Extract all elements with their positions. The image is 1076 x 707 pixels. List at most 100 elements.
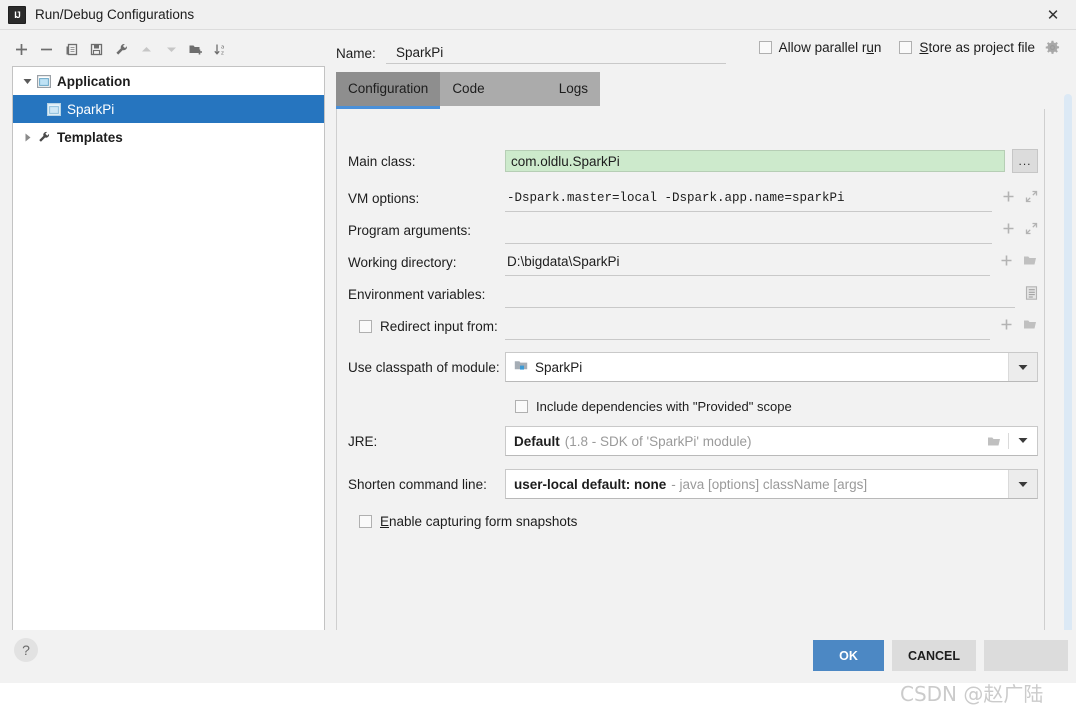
- add-configuration-button[interactable]: [10, 38, 32, 60]
- save-configuration-button[interactable]: [85, 38, 107, 60]
- ok-button[interactable]: OK: [813, 640, 884, 671]
- redirect-input-row: Redirect input from:: [337, 310, 1046, 342]
- include-provided-checkbox[interactable]: Include dependencies with "Provided" sco…: [505, 393, 1046, 419]
- help-button[interactable]: ?: [14, 638, 38, 662]
- name-label: Name:: [336, 46, 376, 61]
- jre-value-detail: (1.8 - SDK of 'SparkPi' module): [564, 433, 752, 449]
- expand-icon[interactable]: [1025, 190, 1038, 206]
- jre-value: Default: [514, 433, 560, 449]
- gear-icon[interactable]: [1045, 40, 1060, 55]
- dialog-button-bar: ? OK CANCEL: [0, 630, 1076, 683]
- environment-variables-row: Environment variables:: [337, 278, 1046, 310]
- tab-configuration[interactable]: Configuration: [336, 72, 441, 109]
- module-icon: [514, 359, 528, 375]
- arrow-up-icon: [135, 38, 157, 60]
- window-title: Run/Debug Configurations: [35, 7, 195, 22]
- tree-node-application[interactable]: Application: [13, 67, 324, 95]
- title-bar: IJ Run/Debug Configurations ✕: [0, 0, 1076, 30]
- close-icon[interactable]: ✕: [1030, 0, 1076, 30]
- working-directory-row: Working directory: D:\bigdata\SparkPi: [337, 246, 1046, 278]
- shorten-command-line-row: Shorten command line: user-local default…: [337, 467, 1046, 501]
- store-as-project-file-checkbox[interactable]: Store as project file: [899, 40, 1035, 55]
- shorten-command-line-label: Shorten command line:: [348, 476, 487, 492]
- chevron-down-icon[interactable]: [1008, 353, 1037, 381]
- checkbox-box[interactable]: [359, 319, 372, 333]
- chevron-down-icon[interactable]: [1008, 432, 1037, 450]
- plus-icon[interactable]: [1000, 318, 1013, 334]
- new-folder-icon[interactable]: [185, 38, 207, 60]
- expand-icon[interactable]: [1025, 222, 1038, 238]
- checkbox-box[interactable]: [899, 41, 913, 54]
- chevron-right-icon[interactable]: [19, 133, 35, 142]
- enable-capturing-checkbox[interactable]: Enable capturing form snapshots: [337, 514, 577, 529]
- tree-node-sparkpi[interactable]: SparkPi: [13, 95, 324, 123]
- include-provided-label: Include dependencies with "Provided" sco…: [536, 398, 792, 414]
- plus-icon[interactable]: [1000, 254, 1013, 270]
- jre-combobox[interactable]: Default (1.8 - SDK of 'SparkPi' module): [505, 426, 1038, 456]
- cancel-button[interactable]: CANCEL: [892, 640, 976, 671]
- vertical-scrollbar[interactable]: [1064, 94, 1072, 649]
- tree-node-label: Templates: [57, 129, 123, 145]
- redirect-input-checkbox[interactable]: Redirect input from:: [337, 319, 505, 334]
- main-class-row: Main class: com.oldlu.SparkPi ...: [337, 145, 1046, 177]
- tree-node-templates[interactable]: Templates: [13, 123, 324, 151]
- program-arguments-label: Program arguments:: [348, 222, 472, 238]
- folder-icon[interactable]: [1023, 254, 1038, 270]
- shorten-command-line-combobox[interactable]: user-local default: none - java [options…: [505, 469, 1038, 499]
- chevron-down-icon[interactable]: [19, 77, 35, 86]
- main-class-input[interactable]: com.oldlu.SparkPi: [505, 150, 1005, 172]
- redirect-input-label: Redirect input from:: [380, 318, 498, 334]
- configurations-tree[interactable]: Application SparkPi Templates: [12, 66, 325, 666]
- environment-variables-label: Environment variables:: [348, 286, 486, 302]
- vm-options-input[interactable]: -Dspark.master=local -Dspark.app.name=sp…: [505, 185, 992, 212]
- store-as-project-file-label: Store as project file: [919, 40, 1035, 55]
- program-arguments-input[interactable]: [505, 217, 992, 244]
- copy-configuration-button[interactable]: [60, 38, 82, 60]
- jre-row: JRE: Default (1.8 - SDK of 'SparkPi' mod…: [337, 424, 1046, 458]
- use-classpath-row: Use classpath of module: SparkPi: [337, 350, 1046, 384]
- run-config-icon: [45, 102, 63, 116]
- environment-variables-input[interactable]: [505, 281, 1015, 308]
- program-arguments-row: Program arguments:: [337, 214, 1046, 246]
- apply-button[interactable]: [984, 640, 1068, 671]
- include-provided-row: Include dependencies with "Provided" sco…: [337, 390, 1046, 422]
- sort-alpha-icon[interactable]: a z: [210, 38, 232, 60]
- arrow-down-icon: [160, 38, 182, 60]
- tab-code-coverage[interactable]: Code Coverage: [440, 72, 546, 130]
- tab-logs[interactable]: Logs: [547, 72, 600, 106]
- top-options: Allow parallel run Store as project file: [758, 40, 1060, 55]
- svg-text:z: z: [221, 50, 224, 56]
- chevron-down-icon[interactable]: [1008, 470, 1037, 498]
- allow-parallel-run-label: Allow parallel run: [778, 40, 882, 55]
- wrench-icon: [35, 130, 53, 144]
- redirect-input-field[interactable]: [505, 313, 990, 340]
- use-classpath-label: Use classpath of module:: [348, 359, 500, 375]
- configurations-panel: a z Application SparkPi Templates: [0, 30, 330, 666]
- dialog-body: a z Application SparkPi Templates Name: …: [0, 30, 1076, 706]
- working-directory-label: Working directory:: [348, 254, 457, 270]
- main-class-label: Main class:: [348, 153, 416, 169]
- tree-node-label: Application: [57, 73, 131, 89]
- wrench-icon[interactable]: [110, 38, 132, 60]
- checkbox-box[interactable]: [758, 41, 772, 54]
- main-class-browse-button[interactable]: ...: [1012, 149, 1038, 173]
- name-input[interactable]: [386, 45, 726, 64]
- plus-icon[interactable]: [1002, 222, 1015, 238]
- checkbox-box[interactable]: [515, 399, 528, 413]
- folder-icon[interactable]: [980, 427, 1008, 455]
- allow-parallel-run-checkbox[interactable]: Allow parallel run: [758, 40, 882, 55]
- use-classpath-combobox[interactable]: SparkPi: [505, 352, 1038, 382]
- jre-label: JRE:: [348, 433, 378, 449]
- application-icon: [35, 74, 53, 88]
- configuration-form: Main class: com.oldlu.SparkPi ... VM opt…: [336, 109, 1045, 644]
- list-icon[interactable]: [1025, 285, 1038, 303]
- folder-icon[interactable]: [1023, 318, 1038, 334]
- working-directory-input[interactable]: D:\bigdata\SparkPi: [505, 249, 990, 276]
- vm-options-row: VM options: -Dspark.master=local -Dspark…: [337, 182, 1046, 214]
- remove-configuration-button[interactable]: [35, 38, 57, 60]
- intellij-idea-icon: IJ: [8, 5, 26, 24]
- tree-node-label: SparkPi: [67, 101, 115, 117]
- checkbox-box[interactable]: [359, 514, 372, 528]
- plus-icon[interactable]: [1002, 190, 1015, 206]
- editor-tabs: Configuration Code Coverage Logs: [336, 72, 600, 130]
